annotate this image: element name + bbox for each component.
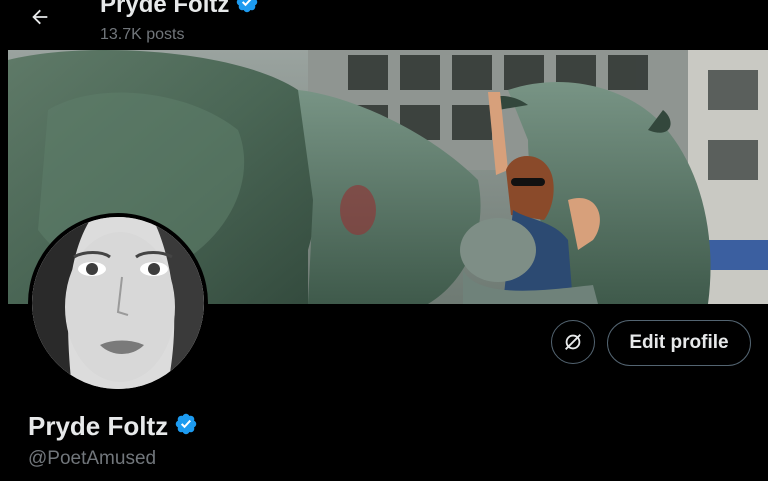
avatar-frame[interactable]	[28, 213, 208, 393]
arrow-left-icon	[32, 9, 48, 25]
verified-badge-icon[interactable]	[174, 412, 198, 441]
back-button[interactable]	[22, 2, 58, 32]
user-handle: @PoetAmused	[28, 448, 157, 469]
edit-profile-button[interactable]: Edit profile	[607, 320, 751, 366]
display-name: Pryde Foltz	[28, 411, 169, 441]
no-sync-icon	[565, 334, 581, 350]
profile-header-bar: Pryde Foltz 13.7K posts	[0, 0, 768, 50]
profile-name-row: Pryde Foltz	[28, 411, 198, 442]
header-display-name: Pryde Foltz	[100, 0, 230, 18]
avatar[interactable]	[32, 217, 204, 389]
header-name-row: Pryde Foltz	[100, 0, 259, 19]
no-sync-button[interactable]	[551, 320, 595, 364]
verified-badge-icon	[235, 0, 259, 19]
avatar-portrait	[32, 217, 204, 389]
header-posts-count: 13.7K posts	[100, 26, 185, 43]
